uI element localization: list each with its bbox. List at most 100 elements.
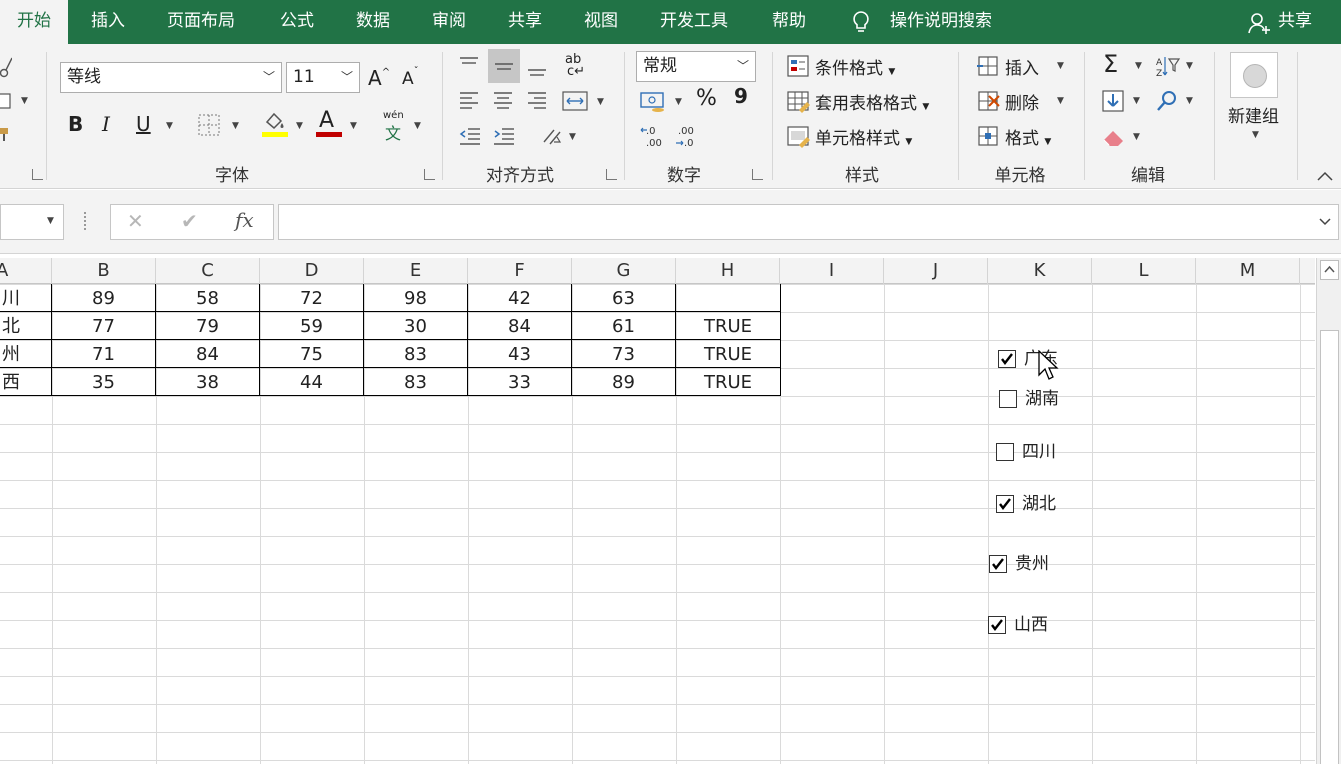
cell-r1-c8[interactable] (676, 284, 781, 312)
cell-r4-c4[interactable]: 44 (260, 368, 364, 396)
bold-button[interactable]: B (68, 112, 83, 136)
col-header-f[interactable]: F (468, 258, 572, 284)
splitter-handle[interactable] (84, 212, 88, 230)
tab-home[interactable]: 开始 (0, 0, 68, 45)
clear-icon[interactable] (1102, 126, 1128, 148)
number-format-select[interactable]: 常规 ﹀ (636, 51, 756, 82)
accounting-format-icon[interactable] (640, 90, 668, 114)
cut-icon[interactable] (0, 56, 12, 78)
cancel-icon[interactable]: ✕ (127, 209, 144, 233)
cell-style-icon[interactable] (787, 125, 811, 149)
cell-r3-c4[interactable]: 75 (260, 340, 364, 368)
new-group-button[interactable] (1230, 52, 1278, 98)
tab-view[interactable]: 视图 (584, 0, 618, 44)
orientation-dropdown-icon[interactable]: ▼ (569, 132, 576, 142)
col-header-k[interactable]: K (988, 258, 1092, 284)
cell-r4-c3[interactable]: 38 (156, 368, 260, 396)
autosum-dropdown-icon[interactable]: ▼ (1135, 61, 1142, 71)
number-launcher-icon[interactable] (752, 169, 763, 180)
tell-me-search[interactable]: 操作说明搜索 (890, 0, 992, 44)
col-header-h[interactable]: H (676, 258, 780, 284)
cell-r2-c5[interactable]: 30 (364, 312, 468, 340)
tab-page-layout[interactable]: 页面布局 (167, 0, 235, 44)
accounting-dropdown-icon[interactable]: ▼ (675, 97, 682, 107)
vertical-scrollbar[interactable] (1316, 258, 1341, 764)
cell-r4-c7[interactable]: 89 (572, 368, 676, 396)
phonetic-button[interactable]: wén 文 (382, 110, 408, 143)
find-icon[interactable] (1156, 90, 1178, 114)
find-dropdown-icon[interactable]: ▼ (1186, 96, 1193, 106)
tab-insert[interactable]: 插入 (91, 0, 125, 44)
cell-r3-c1[interactable]: 州 (0, 340, 52, 368)
alignment-launcher-icon[interactable] (606, 169, 617, 180)
align-middle-button[interactable] (488, 49, 520, 83)
align-left-icon[interactable] (458, 90, 480, 112)
align-top-icon[interactable] (458, 56, 480, 74)
shrink-font-button[interactable]: Aˇ (402, 66, 419, 89)
col-header-j[interactable]: J (884, 258, 988, 284)
scroll-thumb[interactable] (1320, 330, 1339, 764)
conditional-format-icon[interactable] (787, 55, 811, 79)
cell-r4-c1[interactable]: 西 (0, 368, 52, 396)
sort-dropdown-icon[interactable]: ▼ (1186, 61, 1193, 71)
share-button[interactable]: 共享 (1248, 0, 1312, 44)
col-header-m[interactable]: M (1196, 258, 1300, 284)
tab-share[interactable]: 共享 (508, 0, 542, 44)
cell-r1-c3[interactable]: 58 (156, 284, 260, 312)
format-cells-icon[interactable] (977, 125, 1001, 149)
cell-r1-c6[interactable]: 42 (468, 284, 572, 312)
cell-r4-c6[interactable]: 33 (468, 368, 572, 396)
cell-r4-c5[interactable]: 83 (364, 368, 468, 396)
cell-r3-c8[interactable]: TRUE (676, 340, 781, 368)
increase-indent-icon[interactable] (492, 126, 516, 148)
cell-r3-c5[interactable]: 83 (364, 340, 468, 368)
cell-r4-c8[interactable]: TRUE (676, 368, 781, 396)
cell-r2-c2[interactable]: 77 (52, 312, 156, 340)
delete-cells-button[interactable]: 删除 (1005, 89, 1039, 114)
conditional-format-button[interactable]: 条件格式 ▼ (815, 54, 895, 79)
cell-r4-c2[interactable]: 35 (52, 368, 156, 396)
borders-dropdown-icon[interactable]: ▼ (232, 121, 239, 131)
collapse-ribbon-icon[interactable] (1316, 170, 1334, 182)
expand-formula-icon[interactable] (1318, 217, 1332, 227)
name-box[interactable]: ▼ (0, 204, 64, 240)
new-group-dropdown-icon[interactable]: ▼ (1252, 130, 1259, 140)
clear-dropdown-icon[interactable]: ▼ (1133, 132, 1140, 142)
autosum-button[interactable]: Σ (1103, 50, 1118, 78)
cell-r3-c7[interactable]: 73 (572, 340, 676, 368)
percent-style-button[interactable]: % (696, 86, 717, 111)
tab-formulas[interactable]: 公式 (280, 0, 314, 44)
cell-r2-c4[interactable]: 59 (260, 312, 364, 340)
grow-font-button[interactable]: A^ (368, 66, 390, 90)
phonetic-dropdown-icon[interactable]: ▼ (414, 121, 421, 131)
col-header-i[interactable]: I (780, 258, 884, 284)
font-color-button[interactable]: A (316, 108, 342, 138)
cell-style-button[interactable]: 单元格样式 ▼ (815, 124, 912, 149)
insert-cells-button[interactable]: 插入 (1005, 54, 1039, 79)
fill-color-icon[interactable] (262, 110, 288, 138)
cell-r3-c6[interactable]: 43 (468, 340, 572, 368)
table-format-button[interactable]: 套用表格格式 ▼ (815, 89, 929, 114)
underline-dropdown-icon[interactable]: ▼ (166, 121, 173, 131)
align-bottom-icon[interactable] (526, 60, 548, 78)
tab-data[interactable]: 数据 (356, 0, 390, 44)
col-header-l[interactable]: L (1092, 258, 1196, 284)
name-box-dropdown-icon[interactable]: ▼ (47, 216, 54, 226)
cell-r1-c2[interactable]: 89 (52, 284, 156, 312)
cell-r3-c3[interactable]: 84 (156, 340, 260, 368)
borders-icon[interactable] (198, 114, 220, 136)
decrease-decimal-icon[interactable]: .00 .0 (674, 124, 702, 150)
col-header-d[interactable]: D (260, 258, 364, 284)
col-header-c[interactable]: C (156, 258, 260, 284)
insert-cells-icon[interactable] (977, 55, 1001, 79)
col-header-g[interactable]: G (572, 258, 676, 284)
copy-icon[interactable] (0, 92, 14, 110)
insert-dropdown-icon[interactable]: ▼ (1057, 61, 1064, 71)
enter-icon[interactable]: ✔ (181, 209, 198, 233)
cell-r2-c8[interactable]: TRUE (676, 312, 781, 340)
fill-color-dropdown-icon[interactable]: ▼ (296, 121, 303, 131)
delete-cells-icon[interactable] (977, 90, 1001, 114)
cell-r2-c7[interactable]: 61 (572, 312, 676, 340)
fill-down-icon[interactable] (1102, 90, 1124, 114)
tab-help[interactable]: 帮助 (772, 0, 806, 44)
